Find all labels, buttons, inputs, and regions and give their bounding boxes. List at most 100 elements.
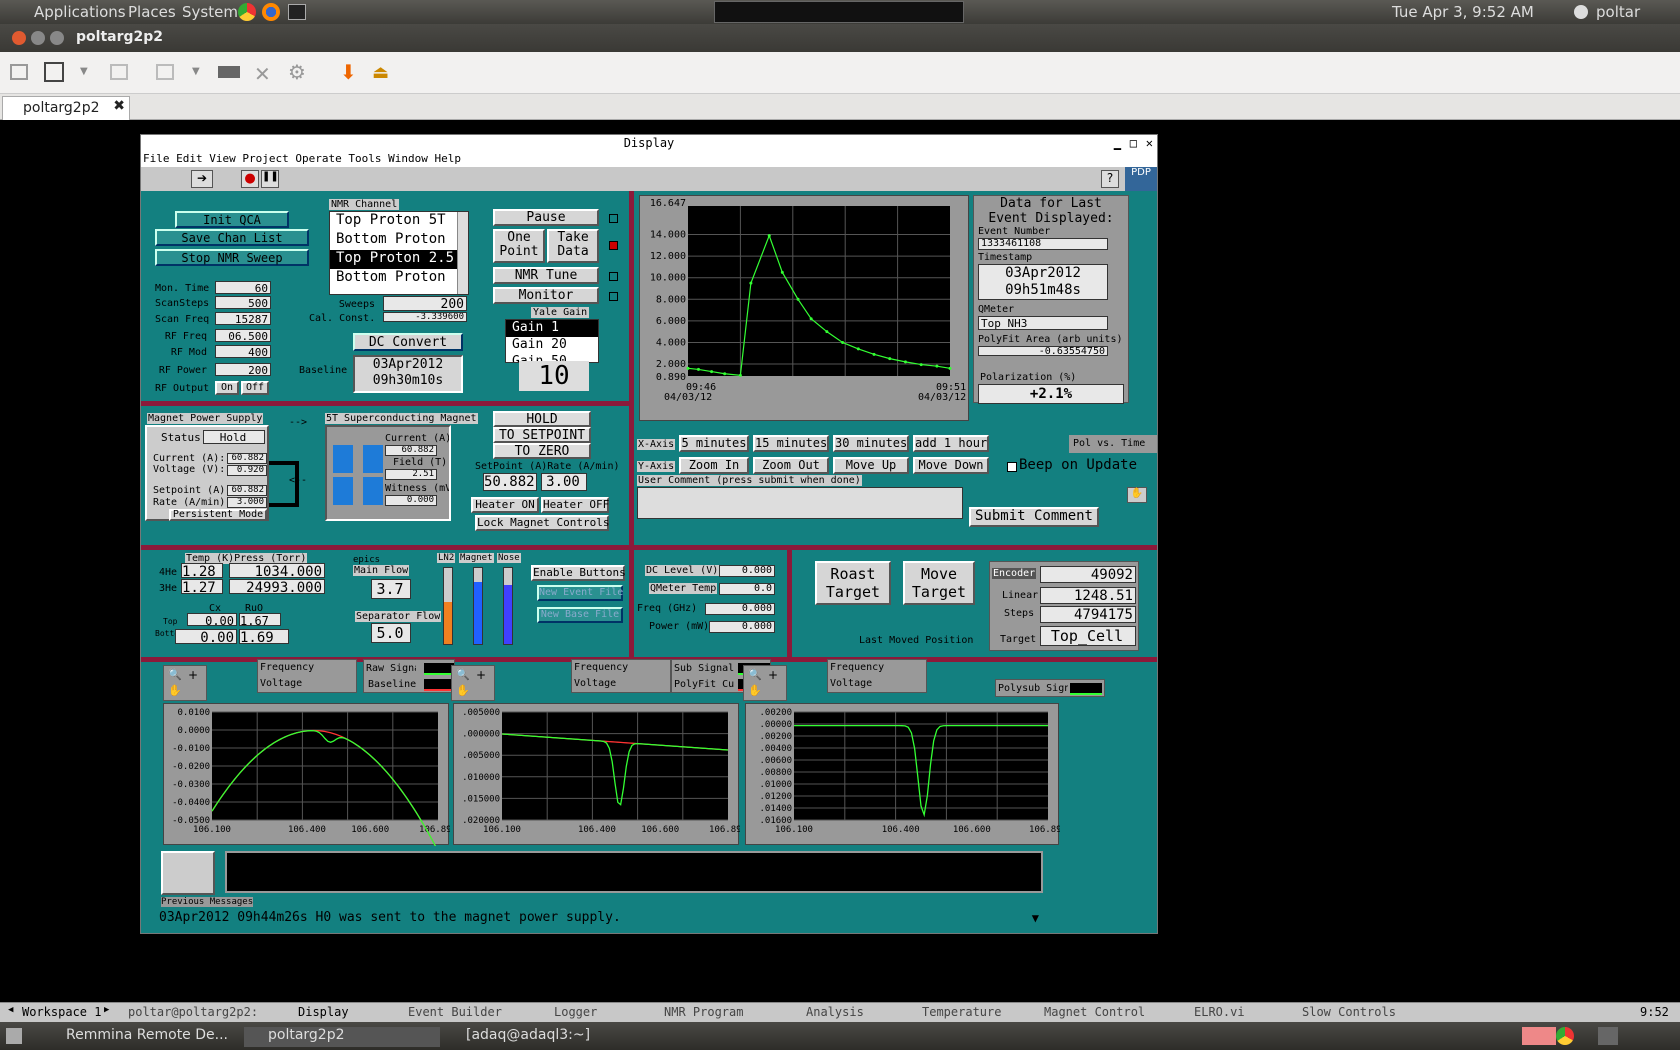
roast-target-button[interactable]: Roast Target bbox=[815, 561, 891, 605]
nmr-tune-button[interactable]: NMR Tune bbox=[493, 267, 599, 284]
rf-mod-field[interactable]: 400 bbox=[215, 345, 271, 358]
window-icon[interactable] bbox=[10, 64, 28, 80]
one-point-button[interactable]: One Point bbox=[493, 229, 545, 263]
submit-comment-button[interactable]: Submit Comment bbox=[969, 507, 1099, 527]
user-name[interactable]: poltar bbox=[1596, 3, 1640, 21]
menu-edit[interactable]: Edit bbox=[176, 152, 203, 165]
menu-file[interactable]: File bbox=[143, 152, 170, 165]
xaxis-5min-button[interactable]: 5 minutes bbox=[679, 435, 749, 452]
save-chan-list-button[interactable]: Save Chan List bbox=[155, 229, 309, 246]
workspace-left-arrow[interactable]: ◀ bbox=[8, 1005, 13, 1015]
list-item[interactable]: Bottom Proton bbox=[330, 269, 468, 288]
take-data-button[interactable]: Take Data bbox=[547, 229, 599, 263]
chevron-down-icon[interactable]: ▼ bbox=[80, 66, 88, 77]
zoom-icon[interactable] bbox=[156, 64, 174, 80]
to-setpoint-button[interactable]: TO SETPOINT bbox=[493, 427, 591, 443]
to-zero-button[interactable]: TO ZERO bbox=[493, 443, 591, 459]
chrome-icon[interactable] bbox=[1556, 1027, 1574, 1045]
scale-icon[interactable] bbox=[110, 64, 128, 80]
rf-off-button[interactable]: Off bbox=[241, 381, 269, 395]
xaxis-add-hour-button[interactable]: add 1 hour bbox=[913, 435, 989, 452]
ws-item[interactable]: Analysis bbox=[806, 1005, 864, 1019]
list-item-selected[interactable]: Top Proton 2.5 bbox=[330, 250, 468, 269]
firefox-icon[interactable] bbox=[262, 3, 280, 21]
menu-project[interactable]: Project bbox=[242, 152, 288, 165]
ws-item[interactable]: Slow Controls bbox=[1302, 1005, 1396, 1019]
lock-magnet-button[interactable]: Lock Magnet Controls bbox=[475, 515, 609, 531]
chevron-down-icon[interactable]: ▼ bbox=[1032, 907, 1039, 929]
crosshair-icon[interactable]: + bbox=[188, 668, 198, 682]
pause-button[interactable]: Pause bbox=[493, 209, 599, 226]
taskbar-item[interactable]: [adaq@adaql3:~] bbox=[446, 1027, 642, 1043]
scan-freq-field[interactable]: 15287 bbox=[215, 312, 271, 325]
move-target-button[interactable]: Move Target bbox=[903, 561, 975, 605]
user-comment-input[interactable] bbox=[637, 487, 963, 519]
ws-item[interactable]: NMR Program bbox=[664, 1005, 743, 1019]
help-icon[interactable]: ? bbox=[1101, 170, 1119, 188]
hand-icon[interactable]: ✋ bbox=[1127, 487, 1147, 503]
tab-poltarg2p2[interactable]: poltarg2p2 ✖ bbox=[2, 96, 130, 120]
applications-menu[interactable]: Applications bbox=[34, 3, 126, 21]
scan-steps-field[interactable]: 500 bbox=[215, 296, 271, 309]
setpoint-input[interactable]: 50.882 bbox=[483, 473, 537, 491]
menu-tools[interactable]: Tools bbox=[348, 152, 381, 165]
scrollbar[interactable] bbox=[457, 212, 468, 294]
close-icon[interactable]: ✕ bbox=[1146, 135, 1153, 151]
app-launcher-icon[interactable] bbox=[238, 3, 256, 21]
monitor-button[interactable]: Monitor bbox=[493, 287, 599, 304]
rf-power-field[interactable]: 200 bbox=[215, 363, 271, 376]
list-item[interactable]: Top Proton 5T bbox=[330, 212, 468, 231]
init-qca-button[interactable]: Init QCA bbox=[175, 211, 289, 228]
zoom-icon[interactable]: 🔍 bbox=[748, 668, 762, 681]
dc-convert-button[interactable]: DC Convert bbox=[353, 333, 463, 351]
system-menu[interactable]: System bbox=[182, 3, 238, 21]
new-event-file-button[interactable]: New Event File bbox=[537, 585, 623, 601]
fullscreen-icon[interactable] bbox=[44, 62, 64, 82]
rate-input[interactable]: 3.00 bbox=[541, 473, 587, 491]
mon-time-field[interactable]: 60 bbox=[215, 281, 271, 294]
chevron-down-icon[interactable]: ▼ bbox=[192, 66, 200, 77]
rf-freq-field[interactable]: 06.500 bbox=[215, 329, 271, 342]
show-desktop-icon[interactable] bbox=[6, 1028, 22, 1044]
beep-checkbox[interactable] bbox=[1007, 462, 1017, 472]
workspace-right-arrow[interactable]: ▶ bbox=[104, 1005, 109, 1015]
minimize-icon[interactable]: ▁ bbox=[1114, 135, 1121, 151]
menu-operate[interactable]: Operate bbox=[295, 152, 341, 165]
move-down-button[interactable]: Move Down bbox=[913, 457, 989, 474]
hand-icon[interactable]: ✋ bbox=[456, 684, 470, 697]
ws-item[interactable]: poltar@poltarg2p2: bbox=[128, 1005, 258, 1019]
zoom-in-button[interactable]: Zoom In bbox=[679, 457, 749, 474]
maximize-icon[interactable] bbox=[50, 31, 64, 45]
nmr-channel-list[interactable]: Top Proton 5T Bottom Proton Top Proton 2… bbox=[329, 211, 469, 295]
tools-icon[interactable]: ✕ bbox=[254, 62, 271, 86]
workspace-label[interactable]: Workspace 1 bbox=[22, 1005, 101, 1019]
keyboard-icon[interactable] bbox=[218, 66, 240, 78]
crosshair-icon[interactable]: + bbox=[768, 668, 778, 682]
hand-icon[interactable]: ✋ bbox=[168, 684, 182, 697]
menu-window[interactable]: Window bbox=[388, 152, 428, 165]
rf-on-button[interactable]: On bbox=[215, 381, 239, 395]
new-base-file-button[interactable]: New Base File bbox=[537, 607, 623, 623]
disconnect-icon[interactable]: ⏏ bbox=[372, 62, 389, 83]
list-item[interactable]: Gain 20 bbox=[506, 337, 598, 354]
gear-icon[interactable]: ⚙ bbox=[288, 60, 306, 84]
ws-item[interactable]: Logger bbox=[554, 1005, 597, 1019]
ws-item[interactable]: Display bbox=[298, 1005, 349, 1019]
pause-icon[interactable]: ❚❚ bbox=[261, 170, 279, 188]
enable-buttons-button[interactable]: Enable Buttons bbox=[531, 565, 626, 581]
menu-view[interactable]: View bbox=[209, 152, 236, 165]
menu-help[interactable]: Help bbox=[434, 152, 461, 165]
list-item[interactable]: Bottom Proton bbox=[330, 231, 468, 250]
zoom-icon[interactable]: 🔍 bbox=[456, 668, 470, 681]
terminal-icon[interactable] bbox=[288, 4, 306, 20]
tray-icon[interactable] bbox=[1598, 1027, 1618, 1045]
cal-const-field[interactable]: -3.339600 bbox=[383, 312, 467, 322]
ws-item[interactable]: Temperature bbox=[922, 1005, 1001, 1019]
crosshair-icon[interactable]: + bbox=[476, 668, 486, 682]
minimize-icon[interactable] bbox=[31, 31, 45, 45]
stop-nmr-sweep-button[interactable]: Stop NMR Sweep bbox=[155, 249, 309, 266]
move-up-button[interactable]: Move Up bbox=[833, 457, 909, 474]
taskbar-item-active[interactable]: poltarg2p2 bbox=[244, 1027, 440, 1047]
download-icon[interactable]: ⬇ bbox=[340, 60, 357, 84]
xaxis-15min-button[interactable]: 15 minutes bbox=[753, 435, 829, 452]
